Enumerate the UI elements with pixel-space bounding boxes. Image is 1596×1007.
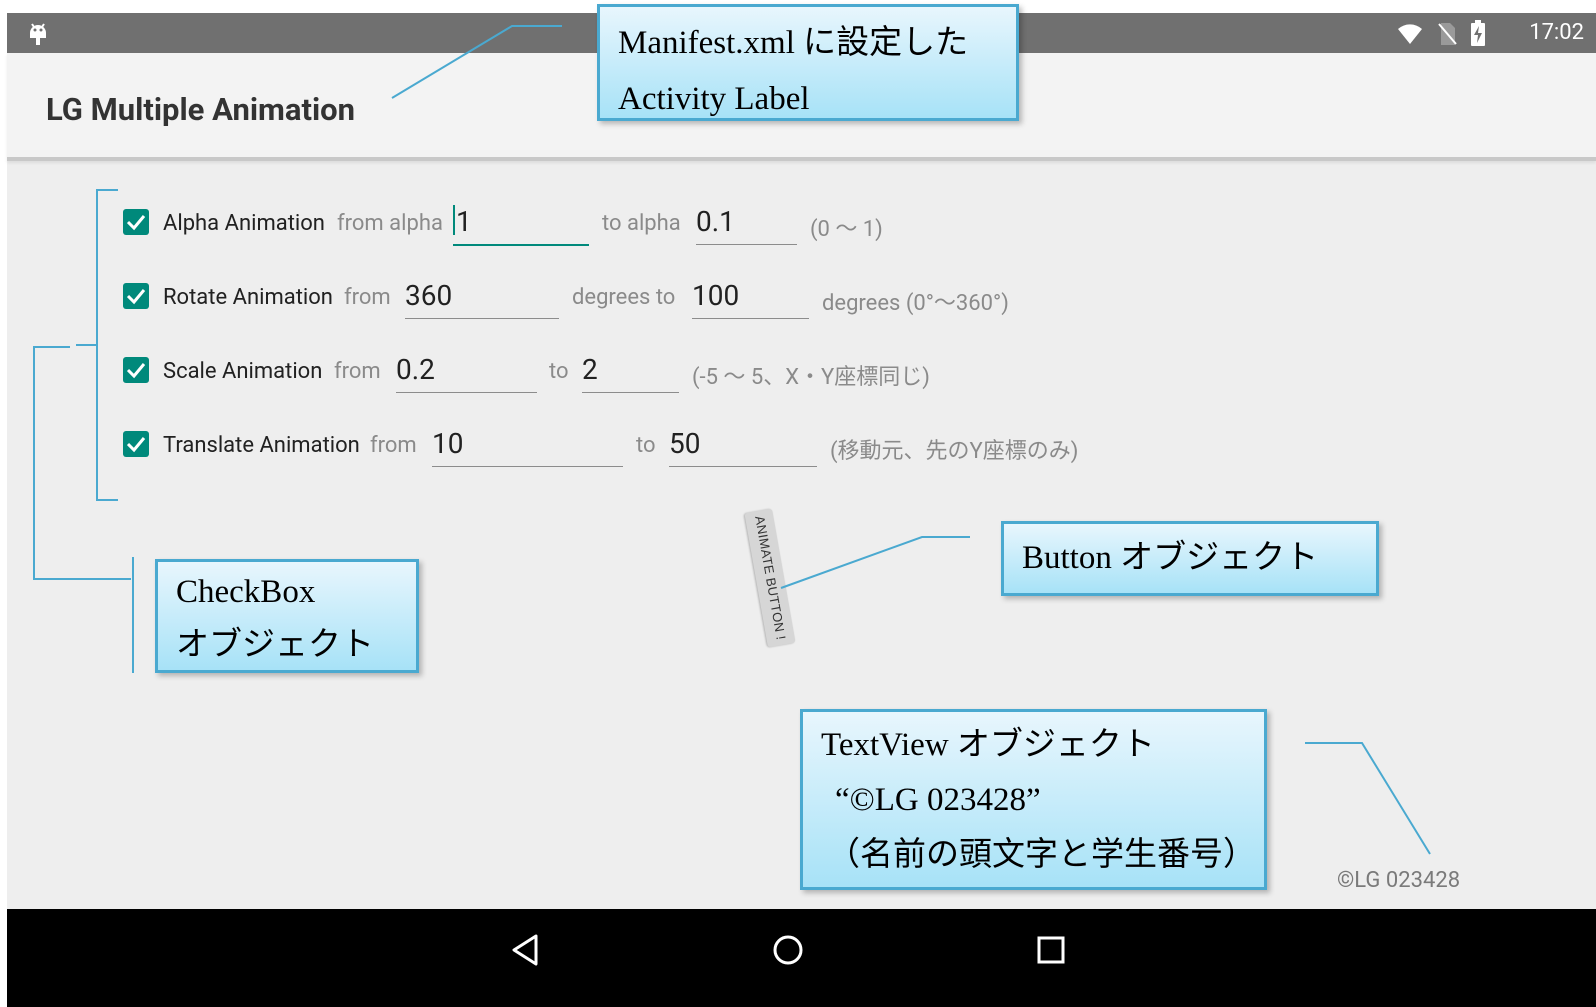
rotate-from-input[interactable]: 360 [405, 278, 559, 319]
alpha-from-value: 1 [456, 205, 472, 238]
rotate-to-text: degrees to [572, 285, 676, 310]
check-icon [126, 363, 146, 379]
alpha-from-text: from alpha [337, 211, 443, 236]
back-icon[interactable] [509, 933, 541, 967]
alpha-to-text: to alpha [602, 211, 681, 236]
rotate-to-value: 100 [692, 279, 740, 312]
translate-hint: (移動元、先のY座標のみ) [830, 439, 1079, 464]
alpha-to-value: 0.1 [696, 205, 735, 238]
alpha-to-input[interactable]: 0.1 [696, 204, 797, 245]
alpha-label: Alpha Animation [163, 211, 325, 236]
translate-to-value: 50 [669, 427, 701, 460]
callout-button: Button オブジェクト [1001, 521, 1379, 596]
android-debug-icon [30, 23, 46, 45]
translate-from-text: from [370, 433, 417, 458]
scale-from-value: 0.2 [396, 353, 435, 386]
translate-from-value: 10 [432, 427, 464, 460]
callout-checkbox-line-1: CheckBox [176, 574, 316, 610]
scale-from-input[interactable]: 0.2 [396, 352, 537, 393]
callout-textview-line-1: TextView オブジェクト [821, 727, 1155, 763]
scale-label: Scale Animation [163, 359, 323, 384]
rotate-from-text: from [344, 285, 391, 310]
text-cursor [453, 205, 455, 235]
scale-hint: (-5 〜 5、X・Y座標同じ) [692, 365, 930, 390]
rotate-to-input[interactable]: 100 [692, 278, 809, 319]
callout-checkbox: CheckBox オブジェクト [155, 559, 419, 673]
callout-manifest-line-1: Manifest.xml に設定した [618, 25, 969, 61]
translate-from-input[interactable]: 10 [432, 426, 623, 467]
callout-textview-line-3: （名前の頭文字と学生番号） [827, 837, 1256, 873]
callout-textview: TextView オブジェクト “©LG 023428” （名前の頭文字と学生番… [800, 709, 1267, 890]
translate-label: Translate Animation [163, 433, 360, 458]
callout-checkbox-line-2: オブジェクト [176, 627, 374, 663]
callout-textview-line-2: “©LG 023428” [835, 782, 1041, 818]
navigation-bar [7, 909, 1596, 1007]
battery-charging-icon [1471, 20, 1485, 46]
check-icon [126, 437, 146, 453]
callout-manifest-line-2: Activity Label [618, 81, 810, 117]
rotate-from-value: 360 [405, 279, 453, 312]
animate-button[interactable]: ANIMATE BUTTON ! [744, 508, 796, 648]
rotate-label: Rotate Animation [163, 285, 333, 310]
translate-checkbox[interactable] [123, 431, 149, 457]
check-icon [126, 289, 146, 305]
scale-to-value: 2 [582, 353, 598, 386]
callout-manifest: Manifest.xml に設定した Activity Label [597, 4, 1019, 121]
copyright-text: ©LG 023428 [1337, 868, 1461, 893]
translate-to-input[interactable]: 50 [669, 426, 817, 467]
callout-button-line-1: Button オブジェクト [1022, 540, 1319, 576]
alpha-checkbox[interactable] [123, 209, 149, 235]
no-sim-icon [1438, 23, 1457, 45]
wifi-icon [1398, 24, 1422, 44]
scale-checkbox[interactable] [123, 357, 149, 383]
alpha-from-input[interactable]: 1 [453, 204, 589, 246]
check-icon [126, 215, 146, 231]
recents-icon[interactable] [1035, 934, 1067, 966]
scale-to-text: to [549, 359, 569, 384]
home-icon[interactable] [771, 933, 805, 967]
rotate-hint: degrees (0°〜360°) [822, 291, 1009, 316]
page-title: LG Multiple Animation [46, 91, 356, 128]
rotate-checkbox[interactable] [123, 283, 149, 309]
scale-to-input[interactable]: 2 [582, 352, 679, 393]
status-clock: 17:02 [1529, 20, 1584, 45]
alpha-hint: (0 〜 1) [810, 217, 883, 242]
scale-from-text: from [334, 359, 381, 384]
translate-to-text: to [636, 433, 656, 458]
